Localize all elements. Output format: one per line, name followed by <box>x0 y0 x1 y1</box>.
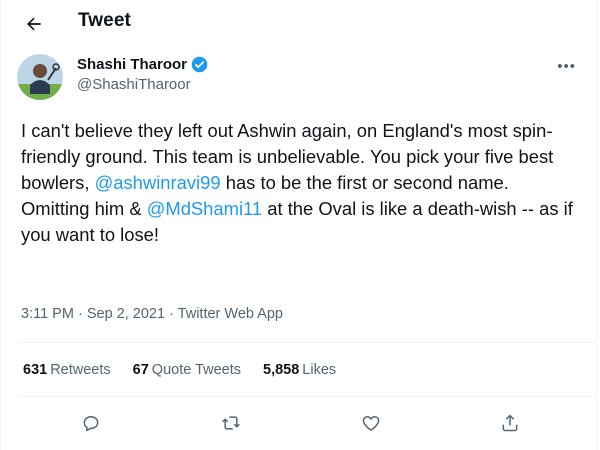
likes-count: 5,858 <box>263 362 300 378</box>
quote-tweets-label: Quote Tweets <box>151 362 241 378</box>
share-icon <box>502 414 518 432</box>
author-info: Shashi Tharoor @ShashiTharoor <box>77 56 208 93</box>
tweet-page: Tweet Shashi Tharoor @ShashiTharoor ••• … <box>0 0 597 450</box>
retweet-icon <box>222 416 240 430</box>
verified-badge-icon <box>191 56 208 73</box>
likes-label: Likes <box>302 362 337 378</box>
divider <box>17 342 596 343</box>
quote-tweets-stat[interactable]: 67 Quote Tweets <box>133 362 241 378</box>
tweet-meta: 3:11 PM · Sep 2, 2021 · Twitter Web App <box>21 306 283 322</box>
likes-stat[interactable]: 5,858 Likes <box>263 362 336 378</box>
tweet-date[interactable]: Sep 2, 2021 <box>87 306 165 322</box>
divider <box>17 396 596 397</box>
retweets-count: 631 <box>23 362 48 378</box>
retweet-button[interactable] <box>214 406 248 440</box>
like-button[interactable] <box>354 406 388 440</box>
tweet-text: I can't believe they left out Ashwin aga… <box>21 118 581 248</box>
reply-button[interactable] <box>74 406 108 440</box>
back-arrow-icon <box>27 17 41 31</box>
back-button[interactable] <box>19 9 49 39</box>
author-handle[interactable]: @ShashiTharoor <box>77 76 208 93</box>
tweet-stats: 631 Retweets 67 Quote Tweets 5,858 Likes <box>23 362 336 378</box>
more-icon[interactable]: ••• <box>557 58 576 75</box>
quote-tweets-count: 67 <box>132 362 149 378</box>
like-icon <box>362 416 380 431</box>
avatar[interactable] <box>17 54 63 100</box>
meta-separator: · <box>165 306 178 322</box>
retweets-stat[interactable]: 631 Retweets <box>23 362 111 378</box>
share-button[interactable] <box>493 406 527 440</box>
tweet-time[interactable]: 3:11 PM <box>21 306 74 322</box>
retweets-label: Retweets <box>50 362 111 378</box>
mention-link[interactable]: @ashwinravi99 <box>95 172 221 193</box>
reply-icon <box>83 416 99 432</box>
header: Tweet <box>1 0 596 48</box>
author-name[interactable]: Shashi Tharoor <box>77 56 187 73</box>
tweet-source[interactable]: Twitter Web App <box>178 306 283 322</box>
mention-link[interactable]: @MdShami11 <box>147 198 262 219</box>
page-title: Tweet <box>78 10 131 31</box>
meta-separator: · <box>73 306 87 322</box>
